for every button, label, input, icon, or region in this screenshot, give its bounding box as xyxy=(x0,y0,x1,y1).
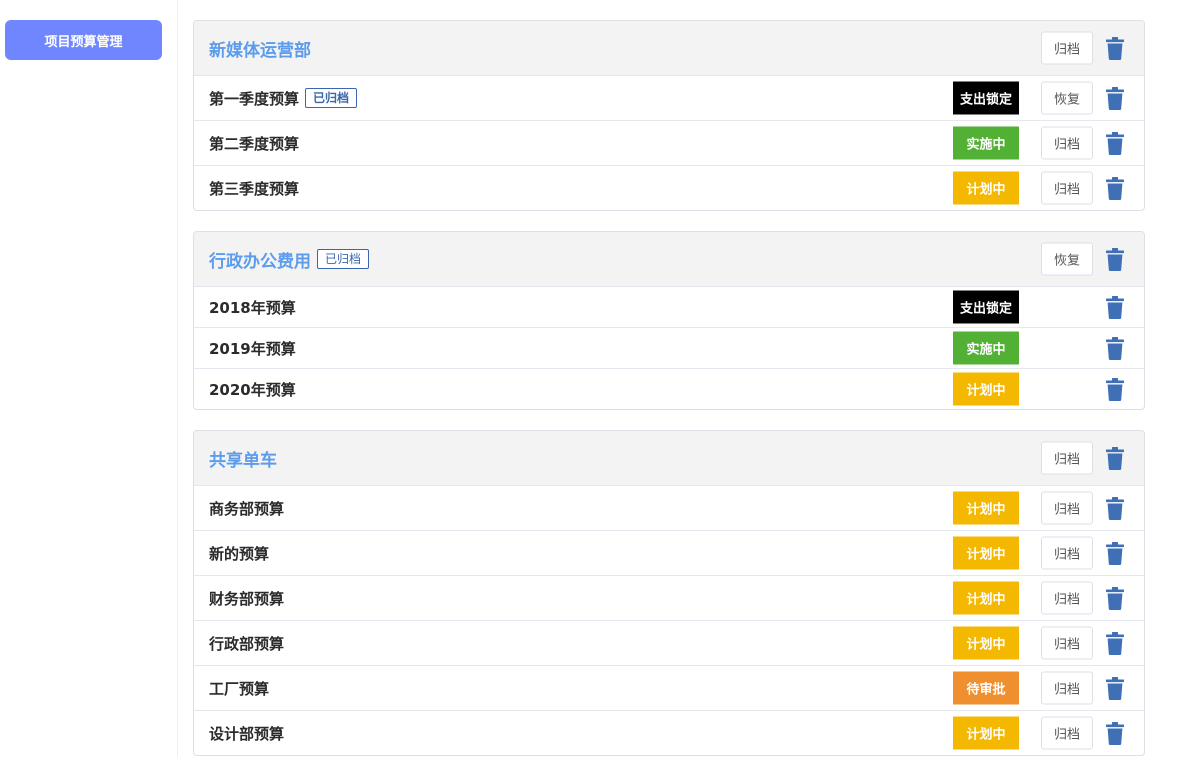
status-badge: 计划中 xyxy=(953,372,1019,406)
budget-row: 2018年预算 支出锁定 xyxy=(194,287,1144,328)
budget-row: 第三季度预算 计划中 归档 xyxy=(194,166,1144,210)
budget-name-text: 第一季度预算 xyxy=(209,89,300,108)
budget-row: 第二季度预算 实施中 归档 xyxy=(194,121,1144,166)
budget-name: 2018年预算 xyxy=(209,297,296,318)
budget-name-text: 2019年预算 xyxy=(209,339,296,358)
group-header: 新媒体运营部 归档 xyxy=(194,21,1144,76)
status-badge: 计划中 xyxy=(953,716,1019,750)
status-badge: 计划中 xyxy=(953,581,1019,615)
budget-row: 2019年预算 实施中 xyxy=(194,328,1144,369)
sidebar: 项目预算管理 xyxy=(0,0,178,757)
group-title: 共享单车 xyxy=(209,450,277,471)
budget-name: 工厂预算 xyxy=(209,678,269,699)
group-header: 共享单车 归档 xyxy=(194,431,1144,486)
status-badge: 支出锁定 xyxy=(953,81,1019,115)
archive-button[interactable]: 归档 xyxy=(1041,716,1093,750)
archive-button[interactable]: 归档 xyxy=(1041,171,1093,205)
trash-icon[interactable] xyxy=(1104,540,1126,566)
trash-icon[interactable] xyxy=(1104,130,1126,156)
budget-name: 设计部预算 xyxy=(209,723,284,744)
archived-tag: 已归档 xyxy=(305,88,358,108)
trash-icon[interactable] xyxy=(1104,294,1126,320)
status-badge: 计划中 xyxy=(953,171,1019,205)
archive-button[interactable]: 归档 xyxy=(1041,626,1093,660)
budget-name-text: 2020年预算 xyxy=(209,380,296,399)
restore-button[interactable]: 恢复 xyxy=(1041,81,1093,115)
budget-group-card: 新媒体运营部 归档 第一季度预算 已归档 支出锁定 恢复 第二季度预算 实施中 归档 第三季度预算… xyxy=(193,20,1145,211)
budget-name-text: 商务部预算 xyxy=(209,499,285,518)
budget-name-text: 财务部预算 xyxy=(209,589,285,608)
status-badge: 计划中 xyxy=(953,626,1019,660)
archive-button[interactable]: 归档 xyxy=(1041,31,1093,65)
trash-icon[interactable] xyxy=(1104,445,1126,471)
budget-row: 工厂预算 待审批 归档 xyxy=(194,666,1144,711)
archived-tag: 已归档 xyxy=(317,249,370,269)
budget-name: 2020年预算 xyxy=(209,379,296,400)
trash-icon[interactable] xyxy=(1104,246,1126,272)
trash-icon[interactable] xyxy=(1104,175,1126,201)
budget-name-text: 设计部预算 xyxy=(209,724,285,743)
archive-button[interactable]: 归档 xyxy=(1041,581,1093,615)
trash-icon[interactable] xyxy=(1104,495,1126,521)
trash-icon[interactable] xyxy=(1104,585,1126,611)
budget-name-text: 2018年预算 xyxy=(209,298,296,317)
budget-name-text: 行政部预算 xyxy=(209,634,285,653)
archive-button[interactable]: 归档 xyxy=(1041,491,1093,525)
budget-name: 第二季度预算 xyxy=(209,133,299,154)
status-badge: 待审批 xyxy=(953,671,1019,705)
budget-name: 财务部预算 xyxy=(209,588,284,609)
budget-list: 新媒体运营部 归档 第一季度预算 已归档 支出锁定 恢复 第二季度预算 实施中 归档 第三季度预算… xyxy=(193,20,1145,776)
budget-name-text: 第二季度预算 xyxy=(209,134,300,153)
budget-name-text: 工厂预算 xyxy=(209,679,270,698)
trash-icon[interactable] xyxy=(1104,85,1126,111)
archive-button[interactable]: 归档 xyxy=(1041,671,1093,705)
budget-row: 行政部预算 计划中 归档 xyxy=(194,621,1144,666)
restore-button[interactable]: 恢复 xyxy=(1041,242,1093,276)
budget-row: 新的预算 计划中 归档 xyxy=(194,531,1144,576)
group-title: 新媒体运营部 xyxy=(209,40,311,61)
trash-icon[interactable] xyxy=(1104,720,1126,746)
budget-row: 商务部预算 计划中 归档 xyxy=(194,486,1144,531)
trash-icon[interactable] xyxy=(1104,630,1126,656)
budget-name-text: 第三季度预算 xyxy=(209,179,300,198)
archive-button[interactable]: 归档 xyxy=(1041,441,1093,475)
budget-group-card: 共享单车 归档 商务部预算 计划中 归档 新的预算 计划中 归档 财务部预算 计划中 归档 行政部预算… xyxy=(193,430,1145,756)
budget-group-card: 行政办公费用 已归档 恢复 2018年预算 支出锁定 2019年预算 实施中 2020年预算 计… xyxy=(193,231,1145,410)
trash-icon[interactable] xyxy=(1104,376,1126,402)
group-header: 行政办公费用 已归档 恢复 xyxy=(194,232,1144,287)
archive-button[interactable]: 归档 xyxy=(1041,536,1093,570)
trash-icon[interactable] xyxy=(1104,675,1126,701)
status-badge: 计划中 xyxy=(953,491,1019,525)
budget-name: 行政部预算 xyxy=(209,633,284,654)
status-badge: 实施中 xyxy=(953,126,1019,160)
budget-name: 第一季度预算 已归档 xyxy=(209,88,358,109)
budget-name-text: 新的预算 xyxy=(209,544,270,563)
status-badge: 支出锁定 xyxy=(953,290,1019,324)
budget-name: 新的预算 xyxy=(209,543,269,564)
budget-row: 财务部预算 计划中 归档 xyxy=(194,576,1144,621)
budget-name: 商务部预算 xyxy=(209,498,284,519)
group-title: 行政办公费用 xyxy=(209,251,311,272)
archive-button[interactable]: 归档 xyxy=(1041,126,1093,160)
budget-row: 设计部预算 计划中 归档 xyxy=(194,711,1144,755)
budget-name: 第三季度预算 xyxy=(209,178,299,199)
status-badge: 实施中 xyxy=(953,331,1019,365)
budget-row: 第一季度预算 已归档 支出锁定 恢复 xyxy=(194,76,1144,121)
nav-budget-management-button[interactable]: 项目预算管理 xyxy=(5,20,162,60)
status-badge: 计划中 xyxy=(953,536,1019,570)
trash-icon[interactable] xyxy=(1104,35,1126,61)
budget-name: 2019年预算 xyxy=(209,338,296,359)
budget-row: 2020年预算 计划中 xyxy=(194,369,1144,409)
trash-icon[interactable] xyxy=(1104,335,1126,361)
